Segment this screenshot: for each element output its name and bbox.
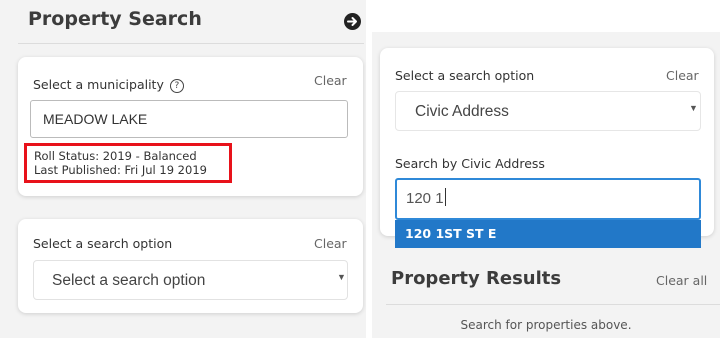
results-empty-message: Search for properties above.	[460, 318, 632, 332]
civic-address-input[interactable]: 120 1	[395, 178, 701, 220]
municipality-label: Select a municipality?	[33, 77, 184, 93]
search-option-card: Select a search option Clear Select a se…	[18, 219, 363, 313]
caret-down-icon: ▼	[337, 272, 346, 282]
civic-address-input-value: 120 1	[406, 190, 444, 207]
civic-search-clear-link[interactable]: Clear	[666, 68, 699, 83]
search-option-select[interactable]: Select a search option ▼	[33, 260, 348, 300]
caret-down-icon: ▼	[689, 103, 698, 113]
property-results-title: Property Results	[391, 268, 562, 289]
address-suggestion-item[interactable]: 120 1ST ST E	[395, 220, 701, 248]
last-published-text: Last Published: Fri Jul 19 2019	[34, 163, 207, 177]
civic-search-option-select-value: Civic Address	[415, 103, 509, 120]
text-cursor	[444, 188, 446, 206]
arrow-right-circle-icon[interactable]	[344, 13, 361, 30]
search-option-select-value: Select a search option	[52, 272, 206, 289]
question-circle-icon[interactable]: ?	[169, 79, 184, 93]
municipality-clear-link[interactable]: Clear	[314, 73, 347, 88]
results-divider	[386, 304, 720, 305]
left-panel: Property Search Select a municipality? C…	[0, 0, 366, 338]
roll-status-text: Roll Status: 2019 - Balanced	[34, 149, 197, 163]
search-option-label: Select a search option	[33, 236, 173, 251]
civic-search-option-select[interactable]: Civic Address ▼	[395, 91, 701, 131]
title-divider	[18, 43, 364, 44]
page-title: Property Search	[28, 8, 202, 30]
clear-all-link[interactable]: Clear all	[656, 273, 707, 288]
municipality-input[interactable]: MEADOW LAKE	[30, 100, 348, 138]
search-option-clear-link[interactable]: Clear	[314, 236, 347, 251]
roll-status-box: Roll Status: 2019 - Balanced Last Publis…	[24, 143, 232, 183]
civic-search-option-label: Select a search option	[395, 68, 535, 83]
civic-address-label: Search by Civic Address	[395, 156, 545, 171]
